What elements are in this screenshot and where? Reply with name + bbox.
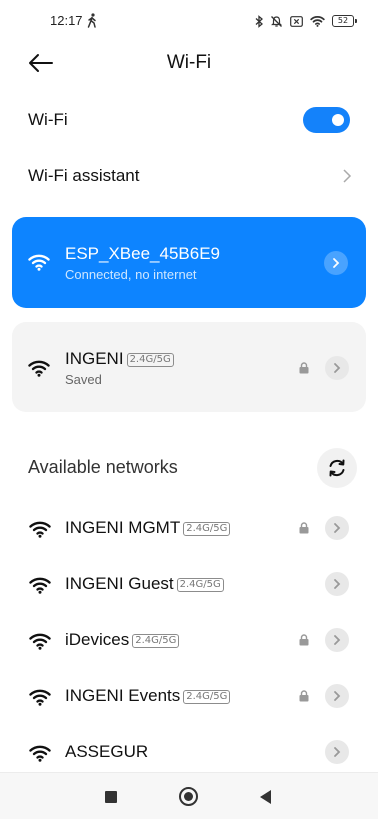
home-circle-icon[interactable] <box>179 787 198 806</box>
wifi-signal-icon <box>29 689 51 706</box>
toggle-knob <box>332 114 344 126</box>
walk-icon <box>87 13 96 28</box>
bluetooth-icon <box>255 14 263 28</box>
wifi-signal-icon <box>29 633 51 650</box>
vibrate-off-icon <box>271 15 282 27</box>
status-time: 12:17 <box>50 13 83 28</box>
band-badge: 2.4G/5G <box>176 578 224 592</box>
band-badge: 2.4G/5G <box>132 634 180 648</box>
saved-network-card[interactable]: INGENI 2.4G/5G Saved <box>12 322 366 412</box>
chevron-right-icon <box>334 363 341 373</box>
lock-icon <box>299 362 309 374</box>
saved-network-status: Saved <box>65 372 102 387</box>
available-networks-title: Available networks <box>28 457 178 477</box>
network-name-line: INGENI MGMT 2.4G/5G <box>65 518 231 538</box>
chevron-right-icon <box>333 258 340 268</box>
network-name: INGENI MGMT <box>65 518 181 537</box>
no-sim-icon <box>290 15 303 27</box>
chevron-right-icon <box>334 635 341 645</box>
network-name: INGENI Events <box>65 686 181 705</box>
chevron-right-icon <box>343 169 352 183</box>
wifi-assistant-label: Wi-Fi assistant <box>28 166 140 185</box>
chevron-right-icon <box>334 691 341 701</box>
network-details-button[interactable] <box>325 628 349 652</box>
refresh-button[interactable] <box>317 448 357 488</box>
wifi-signal-icon <box>28 254 50 271</box>
saved-network-name: INGENI <box>65 349 124 368</box>
network-row[interactable]: INGENI Events 2.4G/5G <box>0 668 378 724</box>
band-badge: 2.4G/5G <box>183 690 231 704</box>
band-badge: 2.4G/5G <box>126 353 174 367</box>
network-name-line: INGENI Guest 2.4G/5G <box>65 574 224 594</box>
chevron-right-icon <box>334 523 341 533</box>
connected-network-name: ESP_XBee_45B6E9 <box>65 244 221 263</box>
chevron-right-icon <box>334 747 341 757</box>
wifi-signal-icon <box>29 521 51 538</box>
network-row[interactable]: iDevices 2.4G/5G <box>0 612 378 668</box>
page-title: Wi-Fi <box>166 52 212 73</box>
network-name-line: INGENI Events 2.4G/5G <box>65 686 231 706</box>
connected-network-details-button[interactable] <box>324 251 348 275</box>
wifi-toggle-label: Wi-Fi <box>28 110 68 129</box>
header: Wi-Fi <box>0 42 378 84</box>
navigation-bar <box>0 772 378 819</box>
recents-square-icon[interactable] <box>105 791 117 803</box>
status-icons: 52 <box>255 13 357 29</box>
network-name: INGENI Guest <box>65 574 174 593</box>
wifi-signal-icon <box>28 360 50 377</box>
wifi-status-icon <box>310 15 325 27</box>
connected-network-status: Connected, no internet <box>65 267 197 282</box>
wifi-signal-icon <box>29 745 51 762</box>
wifi-assistant-row[interactable]: Wi-Fi assistant <box>0 151 378 201</box>
saved-network-name-line: INGENI 2.4G/5G <box>65 349 174 369</box>
back-triangle-icon[interactable] <box>260 790 271 804</box>
saved-network-details-button[interactable] <box>325 356 349 380</box>
network-name: ASSEGUR <box>65 742 149 761</box>
lock-icon <box>299 634 309 646</box>
lock-icon <box>299 690 309 702</box>
network-details-button[interactable] <box>325 684 349 708</box>
battery-icon: 52 <box>332 15 357 27</box>
chevron-right-icon <box>334 579 341 589</box>
network-row[interactable]: INGENI Guest 2.4G/5G <box>0 556 378 612</box>
band-badge: 2.4G/5G <box>183 522 231 536</box>
wifi-toggle-switch[interactable] <box>303 107 350 133</box>
connected-network-card[interactable]: ESP_XBee_45B6E9 Connected, no internet <box>12 217 366 308</box>
network-details-button[interactable] <box>325 740 349 764</box>
wifi-toggle-row[interactable]: Wi-Fi <box>0 95 378 145</box>
wifi-signal-icon <box>29 577 51 594</box>
status-bar: 12:17 52 <box>0 0 378 42</box>
refresh-icon <box>329 459 345 477</box>
network-row[interactable]: INGENI MGMT 2.4G/5G <box>0 500 378 556</box>
lock-icon <box>299 522 309 534</box>
network-name: iDevices <box>65 630 130 649</box>
network-name-line: ASSEGUR <box>65 742 148 762</box>
network-details-button[interactable] <box>325 572 349 596</box>
network-details-button[interactable] <box>325 516 349 540</box>
network-name-line: iDevices 2.4G/5G <box>65 630 180 650</box>
